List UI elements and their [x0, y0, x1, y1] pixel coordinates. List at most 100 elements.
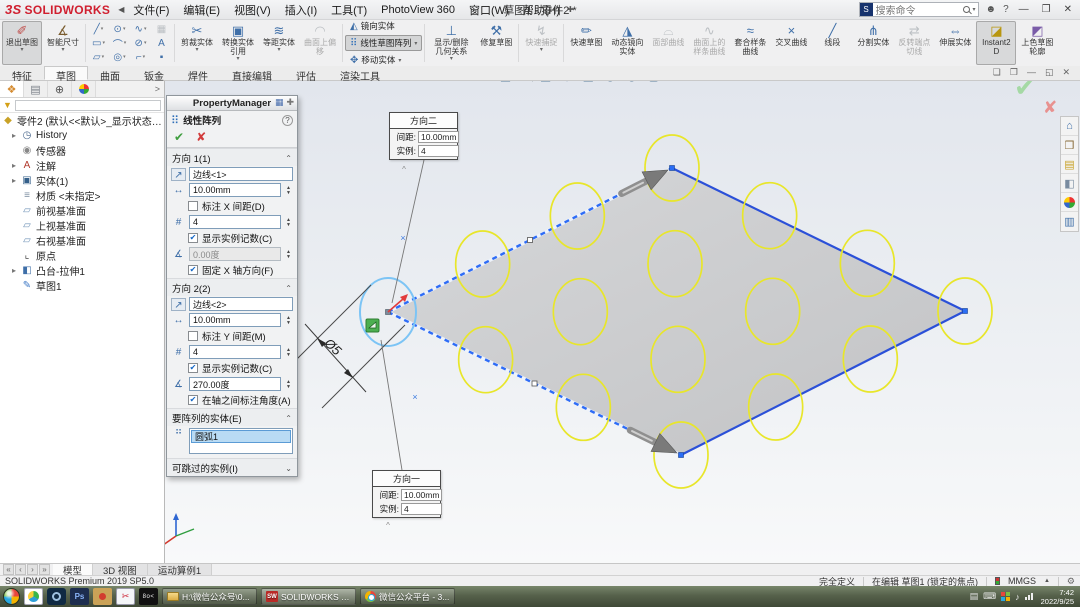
tray-expand-icon[interactable]: ▤	[970, 591, 979, 602]
menu-view[interactable]: 视图(V)	[227, 0, 278, 20]
trim-entities-button[interactable]: ✂ 剪裁实体▾	[177, 21, 217, 65]
network-icon[interactable]	[1025, 593, 1033, 600]
tree-item-front-plane[interactable]: ▱ 前视基准面	[0, 203, 164, 218]
menu-collapse-icon[interactable]: ◀	[118, 5, 124, 14]
line-tool[interactable]: ╱▾	[88, 22, 109, 36]
tree-flyout-icon[interactable]: >	[155, 84, 164, 94]
tree-root-part[interactable]: ◆ 零件2 (默认<<默认>_显示状态 1>)	[0, 113, 164, 128]
checkbox-unchecked[interactable]	[188, 331, 198, 341]
spinner[interactable]: ▲▼	[284, 186, 293, 195]
windows-update-icon[interactable]	[1001, 592, 1010, 601]
tab-motion-study[interactable]: 运动算例1	[148, 564, 212, 575]
spline-tool[interactable]: ∿▾	[130, 22, 151, 36]
tree-item-sensors[interactable]: ◉ 传感器	[0, 143, 164, 158]
direction2-section-header[interactable]: 方向 2(2)⌃	[167, 278, 297, 296]
doc-prev-icon[interactable]: ❏	[993, 67, 1001, 78]
entities-section-header[interactable]: 要阵列的实体(E)⌃	[167, 408, 297, 426]
appearances-icon[interactable]	[1061, 193, 1078, 212]
stretch-entities-button[interactable]: ⇔ 伸展实体	[935, 21, 975, 65]
tree-item-origin[interactable]: ⌞ 原点	[0, 248, 164, 263]
menu-help[interactable]: 帮助(H)	[516, 0, 567, 20]
feature-tree-tab-icon[interactable]: ❖	[0, 81, 24, 97]
tree-item-top-plane[interactable]: ▱ 上视基准面	[0, 218, 164, 233]
point-tool[interactable]: ▪	[151, 50, 172, 64]
text-tool[interactable]: A	[151, 36, 172, 50]
tab-weldments[interactable]: 焊件	[176, 66, 220, 80]
pm-dock-icon[interactable]: ▦	[275, 97, 284, 108]
pinned-app-icon[interactable]	[93, 588, 112, 605]
tab-evaluate[interactable]: 评估	[284, 66, 328, 80]
direction1-section-header[interactable]: 方向 1(1)⌃	[167, 148, 297, 166]
eoc-app-icon[interactable]: 8o<	[139, 588, 158, 605]
expand-icon[interactable]: ▸	[10, 176, 18, 185]
tab-render-tools[interactable]: 渲染工具	[328, 66, 392, 80]
collapse-icon[interactable]: ⌃	[285, 414, 292, 423]
taskbar-solidworks-window[interactable]: SW SOLIDWORKS P...	[261, 588, 356, 605]
snipping-tool-icon[interactable]: ✂	[116, 588, 135, 605]
tab-sheet-metal[interactable]: 钣金	[132, 66, 176, 80]
checkbox-checked[interactable]: ✔	[188, 363, 198, 373]
expand-icon[interactable]: ▸	[10, 161, 18, 170]
repair-sketch-button[interactable]: ⚒ 修复草图	[476, 21, 516, 65]
fit-spline-button[interactable]: ≈ 套合样条曲线	[730, 21, 770, 65]
intersection-curve-button[interactable]: × 交叉曲线	[771, 21, 811, 65]
camera-app-icon[interactable]	[47, 588, 66, 605]
photoshop-icon[interactable]: Ps	[70, 588, 89, 605]
help-button[interactable]: ?	[1003, 4, 1009, 15]
mirror-entities-button[interactable]: ◭ 镜向实体	[345, 18, 422, 34]
direction2-reverse-icon[interactable]: ↗	[171, 298, 186, 311]
units-selector[interactable]: MMGS	[1008, 576, 1036, 586]
tree-item-solid-bodies[interactable]: ▸ ▣ 实体(1)	[0, 173, 164, 188]
confirm-cancel-icon[interactable]: ✘	[1043, 98, 1057, 118]
menu-file[interactable]: 文件(F)	[126, 0, 176, 20]
menu-edit[interactable]: 编辑(E)	[176, 0, 227, 20]
design-library-icon[interactable]: ❒	[1061, 136, 1078, 155]
search-icon[interactable]	[963, 6, 970, 13]
exit-sketch-button[interactable]: ✐ 退出草图▾	[2, 21, 42, 65]
count-value[interactable]: 4	[401, 503, 442, 515]
display-delete-relations-button[interactable]: ⊥ 显示/删除几何关系▾	[427, 21, 475, 65]
taskbar-browser-window[interactable]: 微信公众平台 - 3...	[360, 588, 455, 605]
search-input[interactable]: 搜索命令	[876, 2, 960, 17]
units-caret-icon[interactable]: ▲	[1044, 578, 1050, 584]
spinner[interactable]: ▲▼	[284, 380, 293, 389]
move-entities-button[interactable]: ✥ 移动实体▾	[345, 52, 422, 68]
segment-button[interactable]: ╱ 线段	[812, 21, 852, 65]
configuration-manager-tab-icon[interactable]: ⊕	[48, 81, 72, 97]
tab-features[interactable]: 特征	[0, 66, 44, 80]
checkbox-checked[interactable]: ✔	[188, 233, 198, 243]
pm-help-icon[interactable]: ?	[282, 115, 293, 126]
slot-tool[interactable]: ▱▾	[88, 50, 109, 64]
skip-instances-section-header[interactable]: 可跳过的实例(I)⌄	[167, 458, 297, 476]
direction1-spacing-field[interactable]: 10.00mm	[189, 183, 281, 197]
dynamic-mirror-button[interactable]: ◮ 动态镜向实体	[607, 21, 647, 65]
tab-3d-views[interactable]: 3D 视图	[93, 564, 148, 575]
perimeter-circle-tool[interactable]: ◎▾	[109, 50, 130, 64]
spacing-value[interactable]: 10.00mm	[401, 489, 442, 501]
direction2-angle-field[interactable]: 270.00度	[189, 377, 281, 391]
rectangle-tool[interactable]: ▭▾	[88, 36, 109, 50]
tree-item-material[interactable]: ≡ 材质 <未指定>	[0, 188, 164, 203]
convert-entities-button[interactable]: ▣ 转换实体引用▾	[218, 21, 258, 65]
tab-model[interactable]: 模型	[53, 564, 93, 575]
tab-sketch[interactable]: 草图	[44, 66, 88, 80]
shaded-sketch-contours-button[interactable]: ◩ 上色草图轮廓	[1017, 21, 1057, 65]
menu-tools[interactable]: 工具(T)	[324, 0, 374, 20]
direction1-reverse-icon[interactable]: ↗	[171, 168, 186, 181]
property-manager-titlebar[interactable]: PropertyManager ▦✚	[167, 96, 297, 111]
checkbox-checked[interactable]: ✔	[188, 265, 198, 275]
rapid-sketch-button[interactable]: ✏ 快速草图	[566, 21, 606, 65]
view-palette-icon[interactable]: ◧	[1061, 174, 1078, 193]
tree-item-sketch1[interactable]: ✎ 草图1	[0, 278, 164, 293]
instant2d-button[interactable]: ◪ Instant2D	[976, 21, 1016, 65]
menu-window[interactable]: 窗口(W)	[462, 0, 516, 20]
minimize-button[interactable]: —	[1016, 4, 1032, 15]
callout-direction-two[interactable]: 方向二 间距: 10.00mm 实例: 4	[389, 112, 458, 160]
direction2-show-count-checkbox[interactable]: ✔ 显示实例记数(C)	[167, 360, 297, 376]
offset-entities-button[interactable]: ≋ 等距实体▾	[259, 21, 299, 65]
callout-direction-one[interactable]: 方向一 间距: 10.00mm 实例: 4	[372, 470, 441, 518]
doc-minimize-icon[interactable]: —	[1027, 67, 1036, 78]
ellipse-tool[interactable]: ⊘▾	[130, 36, 151, 50]
tree-item-right-plane[interactable]: ▱ 右视基准面	[0, 233, 164, 248]
direction2-edge-field[interactable]: 边线<2>	[189, 297, 293, 311]
